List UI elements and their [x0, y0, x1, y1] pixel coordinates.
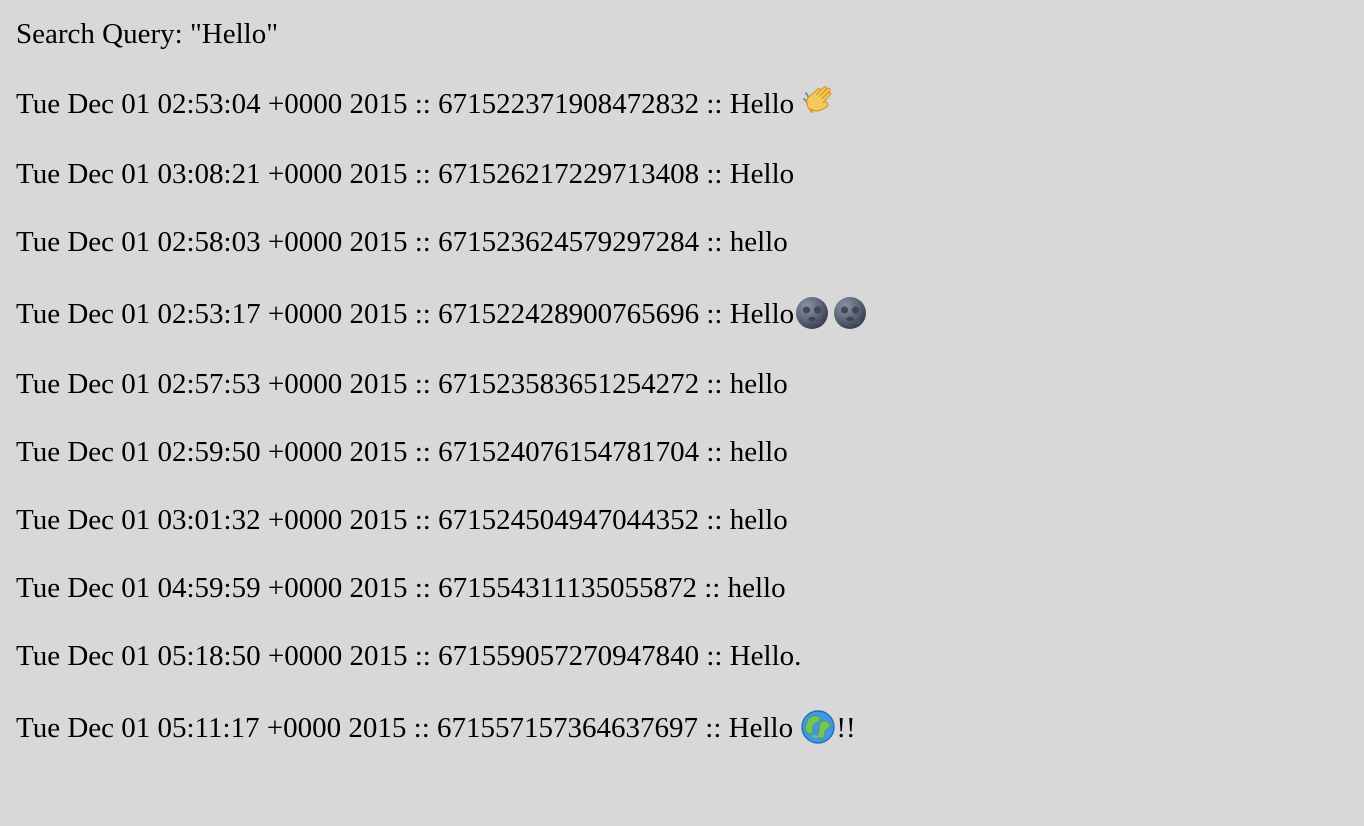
result-separator: ::	[698, 712, 729, 744]
result-text: Hello	[729, 88, 802, 120]
result-text: hello	[729, 436, 788, 468]
result-row: Tue Dec 01 02:57:53 +0000 2015 :: 671523…	[16, 365, 788, 403]
result-text: Hello	[729, 298, 795, 330]
result-id: 671523624579297284	[438, 226, 700, 258]
result-row: Tue Dec 01 03:08:21 +0000 2015 :: 671526…	[16, 155, 794, 193]
result-row: Tue Dec 01 05:11:17 +0000 2015 :: 671557…	[16, 709, 856, 747]
waving-hand-icon	[801, 85, 837, 121]
result-separator: ::	[407, 436, 439, 468]
result-separator: ::	[699, 88, 730, 120]
search-query-label: Search Query:	[16, 18, 183, 50]
result-row: Tue Dec 01 03:01:32 +0000 2015 :: 671524…	[16, 501, 788, 539]
result-timestamp: Tue Dec 01 03:08:21 +0000 2015	[16, 158, 408, 190]
search-results-page: Search Query: "Hello" Tue Dec 01 02:53:0…	[0, 0, 1364, 826]
result-row: Tue Dec 01 05:18:50 +0000 2015 :: 671559…	[16, 637, 801, 675]
result-separator: ::	[407, 368, 439, 400]
result-id: 671559057270947840	[438, 640, 700, 672]
result-row: Tue Dec 01 02:58:03 +0000 2015 :: 671523…	[16, 223, 788, 261]
result-separator: ::	[407, 226, 439, 258]
result-separator: ::	[699, 158, 730, 190]
result-id: 671524504947044352	[438, 504, 700, 536]
result-row: Tue Dec 01 04:59:59 +0000 2015 :: 671554…	[16, 569, 786, 607]
result-separator: ::	[407, 640, 439, 672]
result-timestamp: Tue Dec 01 04:59:59 +0000 2015	[16, 572, 408, 604]
result-timestamp: Tue Dec 01 02:53:04 +0000 2015	[16, 88, 408, 120]
result-separator: ::	[407, 88, 439, 120]
result-text: Hello.	[729, 640, 802, 672]
search-query-text: "Hello"	[189, 18, 279, 50]
result-separator: ::	[699, 504, 730, 536]
result-text: Hello	[729, 158, 795, 190]
result-text: hello	[729, 226, 788, 258]
result-id: 671523583651254272	[438, 368, 700, 400]
result-separator: ::	[699, 368, 730, 400]
result-text: hello	[729, 504, 788, 536]
result-separator: ::	[696, 572, 728, 604]
result-timestamp: Tue Dec 01 02:59:50 +0000 2015	[16, 436, 408, 468]
result-timestamp: Tue Dec 01 02:57:53 +0000 2015	[16, 368, 408, 400]
result-id: 671554311135055872	[438, 572, 697, 604]
new-moon-face-icon	[832, 295, 868, 331]
result-separator: ::	[406, 712, 438, 744]
result-separator: ::	[699, 226, 730, 258]
result-id: 671522371908472832	[438, 88, 700, 120]
result-separator: ::	[699, 298, 730, 330]
result-separator: ::	[699, 436, 730, 468]
result-timestamp: Tue Dec 01 05:11:17 +0000 2015	[16, 712, 407, 744]
result-separator: ::	[407, 158, 439, 190]
result-id: 671526217229713408	[438, 158, 700, 190]
result-id: 671524076154781704	[438, 436, 700, 468]
result-timestamp: Tue Dec 01 05:18:50 +0000 2015	[16, 640, 408, 672]
new-moon-face-icon	[794, 295, 830, 331]
result-timestamp: Tue Dec 01 02:58:03 +0000 2015	[16, 226, 408, 258]
earth-globe-icon	[800, 709, 836, 745]
result-separator: ::	[407, 572, 439, 604]
result-id: 671522428900765696	[438, 298, 700, 330]
result-text: hello	[729, 368, 788, 400]
result-text: hello	[727, 572, 786, 604]
search-query-line: Search Query: "Hello"	[16, 16, 278, 52]
result-timestamp: Tue Dec 01 03:01:32 +0000 2015	[16, 504, 408, 536]
result-text: Hello	[728, 712, 801, 744]
result-suffix: !!	[836, 712, 856, 744]
result-timestamp: Tue Dec 01 02:53:17 +0000 2015	[16, 298, 408, 330]
result-row: Tue Dec 01 02:59:50 +0000 2015 :: 671524…	[16, 433, 788, 471]
result-separator: ::	[407, 504, 439, 536]
result-row: Tue Dec 01 02:53:04 +0000 2015 :: 671522…	[16, 85, 837, 123]
result-row: Tue Dec 01 02:53:17 +0000 2015 :: 671522…	[16, 295, 868, 333]
result-id: 671557157364637697	[437, 712, 699, 744]
result-separator: ::	[699, 640, 730, 672]
result-separator: ::	[407, 298, 439, 330]
